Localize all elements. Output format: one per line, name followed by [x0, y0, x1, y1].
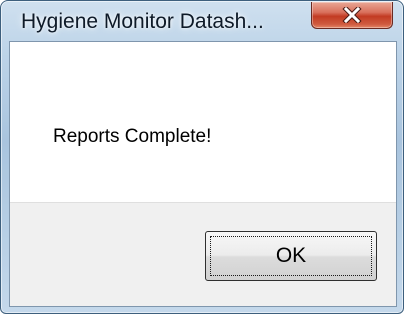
window-title: Hygiene Monitor Datash...	[21, 10, 264, 33]
close-button[interactable]	[311, 2, 393, 29]
dialog-window: Hygiene Monitor Datash... Reports Comple…	[0, 0, 404, 314]
message-area: Reports Complete!	[10, 42, 396, 202]
message-text: Reports Complete!	[53, 126, 212, 147]
title-bar[interactable]: Hygiene Monitor Datash...	[2, 2, 402, 41]
ok-button[interactable]: OK	[205, 231, 377, 281]
close-icon	[342, 7, 362, 23]
button-area: OK	[10, 202, 396, 306]
dialog-body: Reports Complete! OK	[9, 41, 397, 307]
ok-button-label: OK	[275, 244, 307, 267]
